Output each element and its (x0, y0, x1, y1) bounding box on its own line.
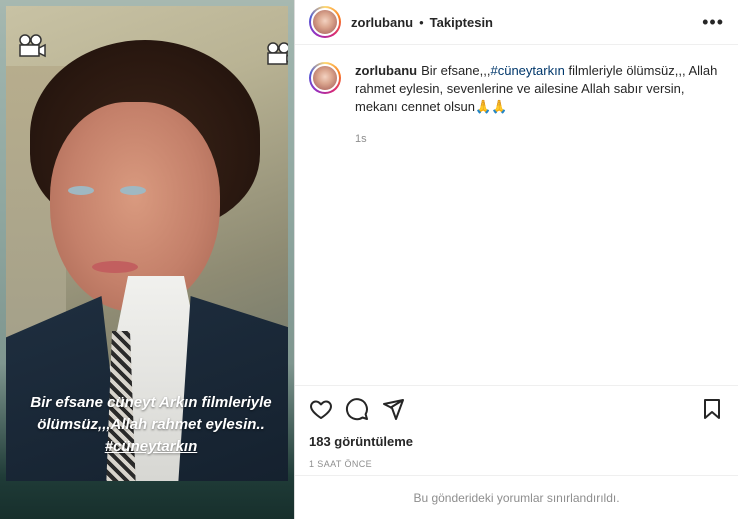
film-camera-icon (19, 34, 46, 58)
action-icons (309, 386, 724, 432)
comments-restricted-notice: Bu gönderideki yorumlar sınırlandırıldı. (295, 475, 738, 519)
separator-dot: • (419, 14, 424, 30)
post-details-panel: zorlubanu • Takiptesin ••• zorlubanu Bir … (294, 0, 738, 519)
caption-text-part1: Bir efsane,,, (421, 63, 491, 78)
post-header: zorlubanu • Takiptesin ••• (295, 0, 738, 45)
comment-icon[interactable] (345, 397, 369, 421)
posted-time[interactable]: 1 SAAT ÖNCE (309, 459, 724, 469)
portrait-lips (92, 261, 138, 273)
avatar[interactable] (309, 6, 341, 38)
heart-icon[interactable] (309, 397, 333, 421)
film-camera-icon (267, 42, 288, 65)
story-overlay-hashtag[interactable]: #cüneytarkın (105, 438, 198, 455)
story-overlay-text: Bir efsane cüneyt Arkın filmleriyle ölüm… (26, 392, 276, 458)
caption: zorlubanu Bir efsane,,,#cüneytarkın filml… (309, 62, 724, 148)
share-icon[interactable] (381, 397, 405, 421)
follow-status-button[interactable]: Takiptesin (430, 15, 493, 30)
view-count[interactable]: 183 görüntüleme (309, 434, 724, 449)
caption-body: zorlubanu Bir efsane,,,#cüneytarkın filml… (355, 62, 724, 148)
caption-avatar[interactable] (309, 62, 341, 94)
caption-hashtag[interactable]: #cüneytarkın (490, 63, 564, 78)
caption-username[interactable]: zorlubanu (355, 63, 417, 78)
header-username[interactable]: zorlubanu (351, 15, 413, 30)
bookmark-icon[interactable] (700, 397, 724, 421)
story-overlay-body: Bir efsane cüneyt Arkın filmleriyle ölüm… (30, 394, 272, 433)
caption-age[interactable]: 1s (355, 130, 724, 148)
more-options-icon[interactable]: ••• (702, 12, 724, 33)
story-image: Bir efsane cüneyt Arkın filmleriyle ölüm… (6, 6, 288, 481)
actions-bar: 183 görüntüleme 1 SAAT ÖNCE (295, 385, 738, 469)
portrait-eye (68, 186, 94, 195)
post-media[interactable]: Bir efsane cüneyt Arkın filmleriyle ölüm… (0, 0, 294, 519)
portrait-eye (120, 186, 146, 195)
